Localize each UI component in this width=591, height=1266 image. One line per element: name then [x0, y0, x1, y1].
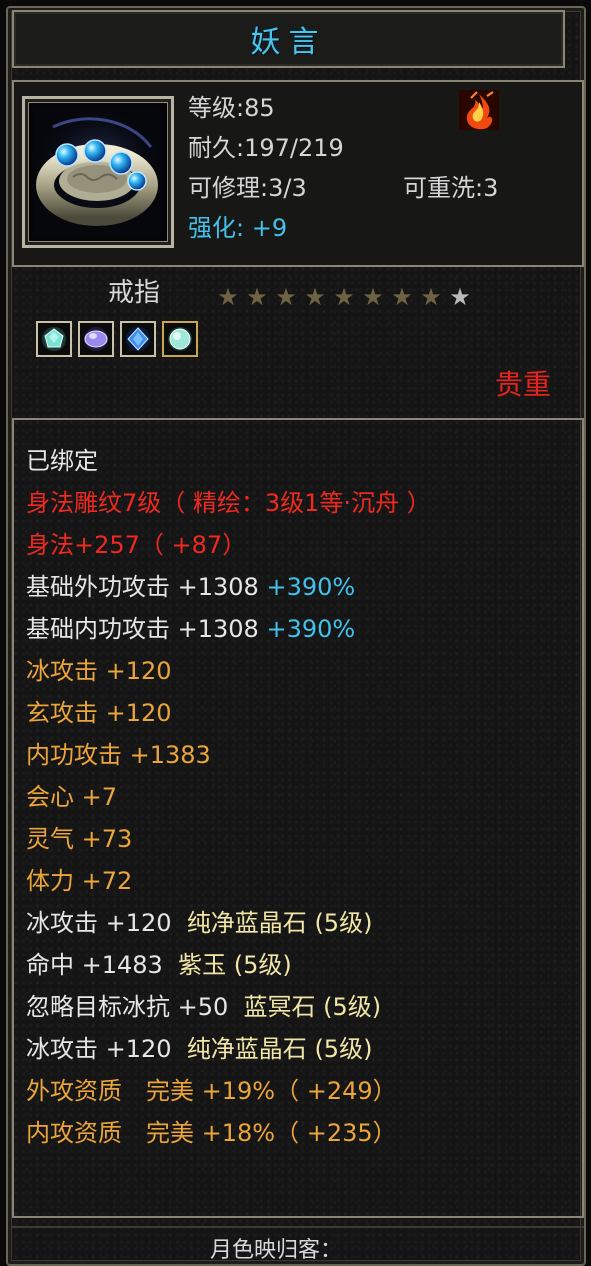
int-atk-attr: 基础内功攻击 +1308 +390%	[26, 608, 431, 650]
item-level: 等级:85	[188, 94, 275, 122]
socket-gem-4[interactable]	[162, 321, 198, 357]
gem-attr-4: 冰攻击 +120 纯净蓝晶石 (5级)	[26, 1028, 431, 1070]
ring-icon	[33, 107, 163, 237]
engrave-attr: 身法雕纹7级（ 精绘：3级1等·沉舟 ）	[26, 489, 431, 517]
xuan-atk-attr: 玄攻击 +120	[26, 699, 172, 727]
socket-gem-2[interactable]	[78, 321, 114, 357]
gem-attr-3: 忽略目标冰抗 +50 蓝冥石 (5级)	[26, 986, 431, 1028]
crit-attr: 会心 +7	[26, 783, 118, 811]
int-atk-text: 基础内功攻击 +1308	[26, 615, 259, 643]
aqua-gem-icon	[168, 327, 192, 351]
socket-gem-3[interactable]	[120, 321, 156, 357]
inner-atk-attr: 内功攻击 +1383	[26, 741, 211, 769]
gem-attr-3-gem: 蓝冥石 (5级)	[243, 993, 382, 1021]
enhance-value: +9	[251, 214, 288, 242]
gem-attr-2-text: 命中 +1483	[26, 951, 163, 979]
int-atk-pct: +390%	[266, 615, 356, 643]
star-filled-icon: ★	[275, 283, 297, 311]
item-type: 戒指	[108, 278, 161, 308]
star-filled-icon: ★	[304, 283, 326, 311]
gem-attr-4-gem: 纯净蓝晶石 (5级)	[186, 1035, 373, 1063]
star-filled-icon: ★	[246, 283, 268, 311]
bound-status: 已绑定	[26, 447, 98, 475]
star-rating: ★ ★ ★ ★ ★ ★ ★ ★ ★	[214, 284, 474, 310]
footer-text: 月色映归客：	[210, 1238, 343, 1263]
star-filled-icon: ★	[391, 283, 413, 311]
item-rewashable: 可重洗:3	[403, 174, 499, 202]
item-enhance: 强化: +9	[188, 214, 287, 242]
ext-atk-text: 基础外功攻击 +1308	[26, 573, 259, 601]
agility-attr: 身法+257（ +87）	[26, 531, 247, 559]
item-icon-frame[interactable]	[22, 96, 174, 248]
star-filled-icon: ★	[362, 283, 384, 311]
gem-attr-1: 冰攻击 +120 纯净蓝晶石 (5级)	[26, 902, 431, 944]
socket-gem-1[interactable]	[36, 321, 72, 357]
gem-attr-2-gem: 紫玉 (5级)	[178, 951, 292, 979]
item-repairable: 可修理:3/3	[188, 174, 307, 202]
ext-atk-pct: +390%	[266, 573, 356, 601]
enhance-label: 强化:	[188, 214, 245, 242]
star-filled-icon: ★	[333, 283, 355, 311]
purple-gem-icon	[84, 327, 108, 351]
item-durability: 耐久:197/219	[188, 134, 344, 162]
star-filled-icon: ★	[420, 283, 442, 311]
fire-element-icon	[457, 88, 501, 132]
attribute-list: 已绑定 身法雕纹7级（ 精绘：3级1等·沉舟 ） 身法+257（ +87） 基础…	[26, 440, 431, 1154]
ext-quality-attr: 外攻资质 完美 +19%（ +249）	[26, 1077, 397, 1105]
gem-attr-1-text: 冰攻击 +120	[26, 909, 172, 937]
blue-gem-icon	[126, 327, 150, 351]
int-quality-attr: 内攻资质 完美 +18%（ +235）	[26, 1119, 397, 1147]
gem-attr-1-gem: 纯净蓝晶石 (5级)	[186, 909, 373, 937]
ice-atk-attr: 冰攻击 +120	[26, 657, 172, 685]
ext-atk-attr: 基础外功攻击 +1308 +390%	[26, 566, 431, 608]
gem-attr-4-text: 冰攻击 +120	[26, 1035, 172, 1063]
socket-gems	[36, 321, 198, 357]
gem-attr-3-text: 忽略目标冰抗 +50	[26, 993, 229, 1021]
stamina-attr: 体力 +72	[26, 867, 133, 895]
star-empty-icon: ★	[449, 283, 471, 311]
item-name: 妖言	[250, 25, 327, 60]
gem-attr-2: 命中 +1483 紫玉 (5级)	[26, 944, 431, 986]
footer-divider	[12, 1226, 584, 1228]
title-bar: 妖言	[12, 10, 565, 68]
star-filled-icon: ★	[217, 283, 239, 311]
green-gem-icon	[42, 327, 66, 351]
rarity-label: 贵重	[494, 368, 551, 401]
spirit-attr: 灵气 +73	[26, 825, 133, 853]
